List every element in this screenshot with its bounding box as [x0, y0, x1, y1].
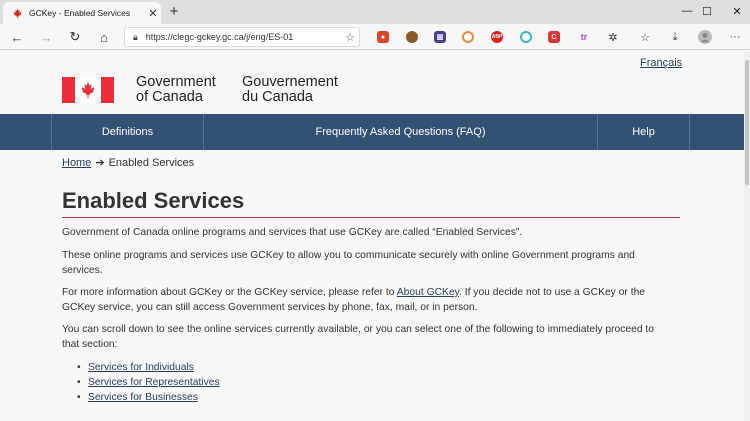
- about-gckey-paragraph: For more information about GCKey or the …: [62, 285, 672, 315]
- extension-icon-3[interactable]: ▥: [434, 31, 446, 43]
- page-title: Enabled Services: [62, 188, 245, 213]
- list-item: Services for Individuals: [77, 360, 220, 375]
- back-icon[interactable]: ←: [8, 28, 26, 46]
- service-links-list: Services for Individuals Services for Re…: [77, 360, 220, 405]
- forward-icon[interactable]: →: [37, 28, 55, 46]
- main-menu: Definitions Frequently Asked Questions (…: [0, 114, 744, 150]
- extension-icon-6[interactable]: [520, 31, 532, 43]
- extension-icon-1[interactable]: ●: [377, 31, 389, 43]
- menu-item-help[interactable]: Help: [598, 114, 690, 150]
- more-menu-icon[interactable]: ···: [727, 29, 743, 45]
- breadcrumb-home-link[interactable]: Home: [62, 157, 91, 169]
- signature-english: Government of Canada: [136, 75, 216, 105]
- tab-title: GCKey - Enabled Services: [29, 8, 131, 18]
- breadcrumb-arrow-icon: ➔: [95, 157, 105, 169]
- menu-spacer-left: [0, 114, 52, 150]
- list-item: Services for Representatives: [77, 375, 220, 390]
- profile-avatar-icon[interactable]: [697, 29, 713, 45]
- secure-communication-paragraph: These online programs and services use G…: [62, 250, 635, 276]
- about-text-before: For more information about GCKey or the …: [62, 287, 397, 298]
- signature-en-line2: of Canada: [136, 89, 203, 105]
- browser-tab[interactable]: GCKey - Enabled Services ✕: [3, 2, 161, 24]
- extensions-puzzle-icon[interactable]: ✲: [605, 29, 621, 45]
- services-individuals-link[interactable]: Services for Individuals: [88, 362, 194, 373]
- signature-fr-line1: Gouvernement: [242, 74, 338, 90]
- extension-icon-2[interactable]: [406, 31, 418, 43]
- url-text: https://clegc-gckey.gc.ca/j/eng/ES-01: [145, 32, 294, 42]
- extension-icon-4[interactable]: [462, 31, 474, 43]
- services-representatives-link[interactable]: Services for Representatives: [88, 377, 220, 388]
- refresh-icon[interactable]: ↻: [66, 28, 84, 46]
- adblock-icon[interactable]: ABP: [491, 31, 503, 43]
- canada-flag-icon: [62, 77, 114, 103]
- scroll-instruction-paragraph: You can scroll down to see the online se…: [62, 324, 655, 350]
- services-businesses-link[interactable]: Services for Businesses: [88, 392, 198, 403]
- maple-leaf-favicon-icon: [11, 7, 23, 19]
- menu-item-definitions[interactable]: Definitions: [52, 114, 204, 150]
- address-bar-row: ← → ↻ ⌂ 🔒︎ https://clegc-gckey.gc.ca/j/e…: [0, 24, 750, 50]
- extension-icon-7[interactable]: C: [548, 31, 560, 43]
- signature-french: Gouvernement du Canada: [242, 75, 338, 105]
- menu-item-faq[interactable]: Frequently Asked Questions (FAQ): [204, 114, 598, 150]
- tab-strip: GCKey - Enabled Services ✕ + — ☐ ✕: [0, 0, 750, 24]
- intro-paragraph: Government of Canada online programs and…: [62, 227, 523, 238]
- favorite-star-icon[interactable]: ☆: [341, 31, 359, 44]
- favorites-icon[interactable]: ☆: [637, 29, 653, 45]
- breadcrumb-current: Enabled Services: [108, 157, 195, 169]
- lock-icon[interactable]: 🔒︎: [133, 32, 138, 43]
- signature-en-line1: Government: [136, 74, 216, 90]
- home-icon[interactable]: ⌂: [95, 28, 113, 46]
- new-tab-icon[interactable]: +: [166, 3, 182, 20]
- downloads-icon[interactable]: ⤓: [667, 29, 683, 45]
- scrollbar-thumb[interactable]: [745, 60, 749, 185]
- window-close-icon[interactable]: ✕: [716, 0, 750, 22]
- page-content: Français Government of Canada Gouverneme…: [0, 51, 744, 421]
- translate-extension-icon[interactable]: tr: [578, 31, 590, 43]
- about-gckey-link[interactable]: About GCKey: [397, 287, 459, 298]
- signature-fr-line2: du Canada: [242, 89, 313, 105]
- language-toggle-link[interactable]: Français: [640, 57, 682, 69]
- url-bar[interactable]: 🔒︎ https://clegc-gckey.gc.ca/j/eng/ES-01…: [124, 27, 360, 47]
- title-divider: [62, 217, 680, 218]
- breadcrumb: Home ➔ Enabled Services: [62, 156, 194, 169]
- tab-close-icon[interactable]: ✕: [145, 7, 161, 20]
- list-item: Services for Businesses: [77, 390, 220, 405]
